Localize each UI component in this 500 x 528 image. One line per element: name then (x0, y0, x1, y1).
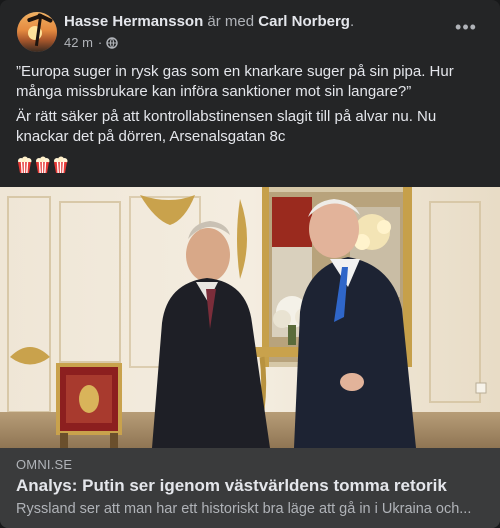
post-meta: 42 m · (64, 35, 118, 50)
meta-separator: · (97, 35, 103, 50)
globe-icon[interactable] (106, 36, 118, 49)
tagged-suffix: . (349, 13, 355, 30)
post-header: Hasse Hermansson är med Carl Norberg. 42… (0, 0, 500, 58)
author-avatar[interactable] (17, 12, 57, 52)
post-card: Hasse Hermansson är med Carl Norberg. 42… (0, 0, 500, 528)
popcorn-icon (16, 156, 33, 174)
post-timestamp-link[interactable]: 42 m (64, 35, 93, 50)
link-preview-image[interactable] (0, 187, 500, 448)
tagged-user-link[interactable]: Carl Norberg (258, 13, 350, 30)
popcorn-icon (52, 156, 69, 174)
emoji-row (16, 156, 69, 176)
author-line: Hasse Hermansson är med Carl Norberg. (64, 13, 354, 30)
link-domain[interactable]: OMNI.SE (16, 457, 72, 472)
post-text-paragraph-2: Är rätt säker på att kontrollabstinensen… (16, 108, 437, 145)
link-description[interactable]: Ryssland ser att man har ett historiskt … (16, 501, 486, 517)
link-title[interactable]: Analys: Putin ser igenom västvärldens to… (16, 476, 447, 496)
popcorn-icon (34, 156, 51, 174)
with-text: är med (207, 13, 255, 30)
post-text-paragraph-1: ”Europa suger in rysk gas som en knarkar… (16, 63, 454, 100)
more-options-icon[interactable]: ••• (452, 18, 480, 40)
author-name-link[interactable]: Hasse Hermansson (64, 13, 203, 30)
